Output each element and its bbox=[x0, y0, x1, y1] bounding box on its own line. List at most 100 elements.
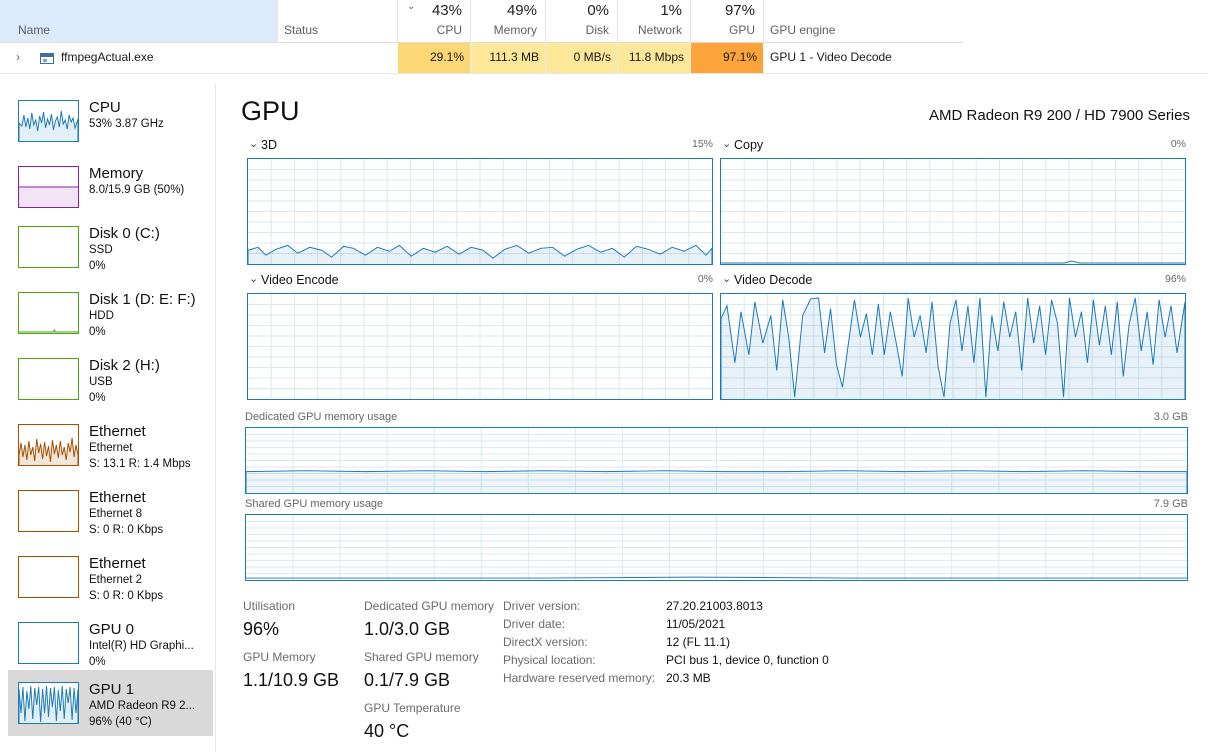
engine-video-decode-name: Video Decode bbox=[734, 273, 813, 287]
column-header-network[interactable]: 1% Network bbox=[618, 0, 691, 42]
sidebar-item-gpu-0[interactable]: GPU 0 Intel(R) HD Graphi... 0% bbox=[8, 610, 213, 676]
column-header-name[interactable]: Name bbox=[0, 0, 278, 42]
sidebar-ethernet8-title: Ethernet bbox=[89, 489, 146, 506]
engine-3d: ⌄ 3D 15% bbox=[247, 138, 713, 270]
column-header-disk[interactable]: 0% Disk bbox=[546, 0, 618, 42]
engine-video-encode-percent: 0% bbox=[697, 273, 713, 285]
sidebar-disk2-type: USB bbox=[89, 376, 113, 388]
process-disk: 0 MB/s bbox=[546, 43, 618, 73]
sidebar-cpu-title: CPU bbox=[89, 99, 121, 116]
reserved-memory-value: 20.3 MB bbox=[666, 671, 711, 685]
engine-copy-plot bbox=[721, 159, 1185, 264]
sidebar-ethernet-adapter: Ethernet bbox=[89, 442, 133, 454]
shared-memory-label: Shared GPU memory usage bbox=[245, 498, 384, 510]
engine-3d-graph bbox=[247, 158, 713, 265]
sidebar-disk0-usage: 0% bbox=[89, 260, 106, 272]
gpu1-thumbnail-graph bbox=[18, 682, 79, 724]
driver-date-value: 11/05/2021 bbox=[666, 617, 726, 631]
sidebar-item-memory[interactable]: Memory 8.0/15.9 GB (50%) bbox=[8, 154, 213, 220]
sidebar-ethernet-title: Ethernet bbox=[89, 423, 146, 440]
dedicated-memory-graph bbox=[245, 427, 1188, 494]
column-header-gpu[interactable]: 97% GPU bbox=[691, 0, 764, 42]
sidebar-ethernet2-title: Ethernet bbox=[89, 555, 146, 572]
chevron-right-icon[interactable]: › bbox=[16, 50, 20, 64]
sidebar-gpu0-model: Intel(R) HD Graphi... bbox=[89, 640, 194, 652]
disk0-thumbnail-graph bbox=[18, 226, 79, 268]
column-header-status[interactable]: Status bbox=[278, 0, 398, 42]
dedicated-memory-plot bbox=[246, 428, 1187, 493]
sidebar-item-disk-1[interactable]: Disk 1 (D: E: F:) HDD 0% bbox=[8, 280, 213, 346]
column-memory-total: 49% bbox=[506, 2, 537, 19]
engine-3d-header[interactable]: ⌄ 3D 15% bbox=[247, 138, 713, 154]
column-gpu-engine-label: GPU engine bbox=[770, 23, 836, 37]
chevron-down-icon[interactable]: ⌄ bbox=[249, 272, 258, 285]
sidebar-ethernet8-throughput: S: 0 R: 0 Kbps bbox=[89, 524, 164, 536]
gpu-model-name: AMD Radeon R9 200 / HD 7900 Series bbox=[929, 107, 1190, 124]
sidebar-disk0-type: SSD bbox=[89, 244, 113, 256]
engine-video-decode: ⌄ Video Decode 96% bbox=[720, 273, 1186, 405]
sidebar-disk1-usage: 0% bbox=[89, 326, 106, 338]
sidebar-disk1-type: HDD bbox=[89, 310, 114, 322]
engine-video-encode-header[interactable]: ⌄ Video Encode 0% bbox=[247, 273, 713, 289]
sidebar-item-disk-0[interactable]: Disk 0 (C:) SSD 0% bbox=[8, 214, 213, 280]
sidebar-item-cpu[interactable]: CPU 53% 3.87 GHz bbox=[8, 88, 213, 154]
divider bbox=[0, 73, 1208, 74]
shared-memory-graph bbox=[245, 514, 1188, 581]
gpu-temperature-value: 40 °C bbox=[364, 721, 410, 741]
column-header-memory[interactable]: 49% Memory bbox=[471, 0, 546, 42]
column-network-total: 1% bbox=[660, 2, 682, 19]
sidebar-memory-title: Memory bbox=[89, 165, 144, 182]
utilisation-label: Utilisation bbox=[243, 599, 296, 613]
physical-location-label: Physical location: bbox=[503, 653, 596, 667]
chevron-down-icon[interactable]: ⌄ bbox=[722, 272, 731, 285]
driver-date-label: Driver date: bbox=[503, 617, 566, 631]
sidebar-item-ethernet-8[interactable]: Ethernet Ethernet 8 S: 0 R: 0 Kbps bbox=[8, 478, 213, 544]
sidebar-item-ethernet-2[interactable]: Ethernet Ethernet 2 S: 0 R: 0 Kbps bbox=[8, 544, 213, 610]
sidebar-gpu0-usage: 0% bbox=[89, 656, 106, 668]
engine-3d-percent: 15% bbox=[691, 138, 713, 150]
column-name-label: Name bbox=[18, 23, 51, 37]
gpu0-thumbnail-graph bbox=[18, 622, 79, 664]
column-header-cpu[interactable]: ⌄ 43% CPU bbox=[398, 0, 471, 42]
chevron-down-icon[interactable]: ⌄ bbox=[722, 137, 731, 150]
sidebar-item-ethernet[interactable]: Ethernet Ethernet S: 13.1 R: 1.4 Mbps bbox=[8, 412, 213, 478]
column-disk-total: 0% bbox=[587, 2, 609, 19]
gpu-memory-label: GPU Memory bbox=[243, 650, 316, 664]
grid-lines bbox=[246, 515, 1187, 580]
ethernet-thumbnail-graph bbox=[18, 424, 79, 466]
sidebar-item-disk-2[interactable]: Disk 2 (H:) USB 0% bbox=[8, 346, 213, 412]
process-gpu-engine: GPU 1 - Video Decode bbox=[770, 50, 892, 64]
engine-copy-percent: 0% bbox=[1170, 138, 1186, 150]
memory-sparkline bbox=[19, 186, 78, 207]
engine-video-encode-name: Video Encode bbox=[261, 273, 339, 287]
sidebar-cpu-detail: 53% 3.87 GHz bbox=[89, 118, 164, 130]
sidebar-item-gpu-1[interactable]: GPU 1 AMD Radeon R9 2... 96% (40 °C) bbox=[8, 670, 213, 736]
cpu-sparkline bbox=[19, 110, 78, 141]
engine-copy-header[interactable]: ⌄ Copy 0% bbox=[720, 138, 1186, 154]
process-cpu: 29.1% bbox=[398, 43, 471, 73]
process-table: Name Status ⌄ 43% CPU 49% Memory 0% Disk… bbox=[0, 0, 963, 74]
utilisation-value: 96% bbox=[243, 619, 280, 639]
engine-video-encode-graph bbox=[247, 293, 713, 400]
cpu-thumbnail-graph bbox=[18, 100, 79, 142]
gpu1-sparkline bbox=[19, 685, 78, 723]
process-name: ffmpegActual.exe bbox=[61, 50, 154, 64]
disk1-sparkline bbox=[19, 328, 78, 333]
engine-video-decode-header[interactable]: ⌄ Video Decode 96% bbox=[720, 273, 1186, 289]
column-cpu-label: CPU bbox=[436, 23, 462, 37]
chevron-down-icon[interactable]: ⌄ bbox=[249, 137, 258, 150]
engine-video-encode-plot bbox=[248, 294, 712, 399]
gpu-memory-value: 1.1/10.9 GB bbox=[243, 670, 340, 690]
gpu-temperature-label: GPU Temperature bbox=[364, 701, 461, 715]
shared-memory-stat-value: 0.1/7.9 GB bbox=[364, 670, 451, 690]
sidebar-disk0-title: Disk 0 (C:) bbox=[89, 225, 160, 242]
sidebar-gpu1-model: AMD Radeon R9 2... bbox=[89, 700, 196, 712]
sidebar-disk1-title: Disk 1 (D: E: F:) bbox=[89, 291, 196, 308]
column-status-label: Status bbox=[284, 23, 319, 37]
column-header-gpu-engine[interactable]: GPU engine bbox=[764, 0, 963, 42]
dedicated-memory-label: Dedicated GPU memory usage bbox=[245, 411, 398, 423]
gpu-detail-panel: GPU AMD Radeon R9 200 / HD 7900 Series ⌄… bbox=[217, 84, 1208, 752]
engine-video-encode: ⌄ Video Encode 0% bbox=[247, 273, 713, 405]
table-row[interactable]: › ffmpegActual.exe 29.1% 111.3 MB 0 MB/s… bbox=[0, 42, 963, 73]
reserved-memory-label: Hardware reserved memory: bbox=[503, 671, 656, 685]
